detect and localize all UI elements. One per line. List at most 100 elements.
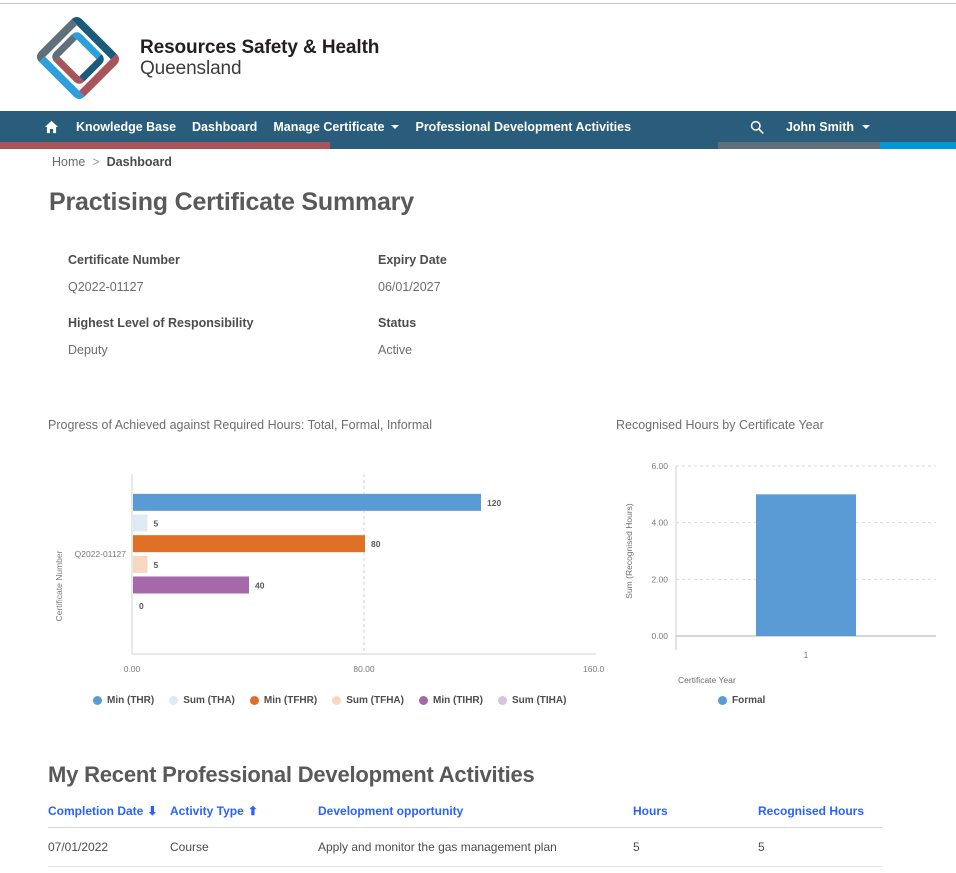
nav-item-label: Manage Certificate [273,119,385,134]
recognised-hours-chart-legend: Formal [718,695,780,706]
search-icon[interactable] [750,120,764,134]
cell-activity-type: Course [170,840,209,854]
svg-text:6.00: 6.00 [651,461,668,471]
column-header-development-opportunity[interactable]: Development opportunity [318,800,633,828]
arrow-down-icon: ⬇ [147,804,158,818]
field-certificate-number: Certificate Number Q2022-01127 [68,253,378,294]
page-title: Practising Certificate Summary [49,188,414,216]
legend-label: Min (TFHR) [263,695,318,706]
field-label: Highest Level of Responsibility [68,316,254,330]
user-name-label: John Smith [785,119,854,134]
legend-label: Sum (THA) [183,695,235,706]
chart-title: Recognised Hours by Certificate Year [616,418,824,432]
svg-text:Certificate Year: Certificate Year [678,675,736,685]
stripe-segment-gray [718,142,880,149]
legend-color-swatch [332,696,342,705]
legend-item[interactable]: Formal [718,695,765,706]
legend-item[interactable]: Min (THR) [93,695,154,706]
section-title-recent-activities: My Recent Professional Development Activ… [48,762,535,787]
nav-item-knowledge-base[interactable]: Knowledge Base [76,120,176,134]
svg-text:5: 5 [154,560,159,570]
svg-text:2.00: 2.00 [651,574,668,584]
svg-text:0: 0 [139,601,144,611]
user-menu[interactable]: John Smith [786,120,870,134]
column-header-completion-date[interactable]: Completion Date ⬇ [48,800,170,828]
field-label: Certificate Number [68,253,180,267]
legend-item[interactable]: Sum (TIHA) [498,695,566,706]
legend-label: Sum (TFHA) [346,695,404,706]
svg-text:160.00: 160.00 [583,664,604,674]
accent-stripe [0,142,956,149]
table-body: 07/01/2022 Course Apply and monitor the … [48,828,882,867]
legend-color-swatch [169,696,179,705]
cell-development-opportunity: Apply and monitor the gas management pla… [318,840,557,854]
certificate-summary-details: Certificate Number Q2022-01127 Expiry Da… [68,253,688,379]
legend-item[interactable]: Sum (THA) [169,695,235,706]
legend-label: Min (TIHR) [433,695,483,706]
column-label: Completion Date [48,804,144,818]
field-highest-level-of-responsibility: Highest Level of Responsibility Deputy [68,316,378,357]
arrow-up-icon: ⬆ [247,804,258,818]
stripe-segment-cyan [880,142,956,149]
svg-text:Sum (Recognised Hours): Sum (Recognised Hours) [624,503,634,599]
nav-item-manage-certificate[interactable]: Manage Certificate [273,119,400,134]
column-header-recognised-hours[interactable]: Recognised Hours [758,800,882,828]
field-value: Active [378,343,413,357]
nav-item-label: Professional Development Activities [415,119,632,134]
recent-activities-table: Completion Date ⬇ Activity Type ⬆ Developm… [48,800,882,867]
chart-title: Progress of Achieved against Required Ho… [48,418,432,432]
legend-item[interactable]: Sum (TFHA) [332,695,404,706]
svg-text:0.00: 0.00 [651,631,668,641]
legend-color-swatch [498,696,507,705]
legend-color-swatch [718,696,727,705]
svg-text:40: 40 [255,581,265,591]
legend-item[interactable]: Min (TIHR) [419,695,483,706]
svg-text:0.00: 0.00 [124,664,141,674]
chevron-down-icon [862,124,870,129]
brand-header: Resources Safety & Health Queensland [34,16,379,100]
recognised-hours-chart-svg: 0.00 2.00 4.00 6.00 1 Certificate Year Sum (Re… [624,461,936,685]
chevron-down-icon [391,124,400,129]
breadcrumb: Home > Dashboard [52,155,172,169]
brand-title-line2: Queensland [140,58,242,79]
field-label: Expiry Date [378,253,447,267]
navbar-right-group: John Smith [750,111,870,142]
column-header-activity-type[interactable]: Activity Type ⬆ [170,800,318,828]
svg-text:4.00: 4.00 [651,518,668,528]
progress-hours-chart-legend: Min (THR) Sum (THA) Min (TFHR) Sum (TFHA) Mi… [93,695,581,706]
cell-hours: 5 [633,840,640,854]
field-label: Status [378,316,417,330]
progress-hours-chart-svg: 0.00 80.00 160.00 120 5 80 5 40 0 Q2022-01127 Cert… [54,474,604,674]
legend-item[interactable]: Min (TFHR) [249,695,318,706]
svg-text:Q2022-01127: Q2022-01127 [75,549,127,559]
table-header-row: Completion Date ⬇ Activity Type ⬆ Developm… [48,800,882,828]
progress-hours-chart: Progress of Achieved against Required Ho… [48,418,604,718]
svg-text:80.00: 80.00 [353,664,375,674]
stripe-segment-teal [330,142,718,149]
details-row-2: Highest Level of Responsibility Deputy S… [68,316,688,357]
table-row[interactable]: 07/01/2022 Course Apply and monitor the … [48,828,882,867]
rshq-diamond-logo-icon [34,16,122,100]
cell-completion-date: 07/01/2022 [48,840,109,854]
nav-item-label: Knowledge Base [76,119,177,134]
svg-text:1: 1 [804,650,809,660]
stripe-segment-red [0,142,330,149]
field-expiry-date: Expiry Date 06/01/2027 [378,253,688,294]
nav-item-professional-development-activities[interactable]: Professional Development Activities [415,120,631,134]
column-header-hours[interactable]: Hours [633,800,758,828]
field-status: Status Active [378,316,688,357]
cell-recognised-hours: 5 [758,840,765,854]
legend-label: Sum (TIHA) [512,695,567,706]
legend-color-swatch [93,696,102,705]
nav-item-dashboard[interactable]: Dashboard [192,120,257,134]
legend-label: Min (THR) [107,695,155,706]
legend-label: Formal [732,695,766,706]
table-header: Completion Date ⬇ Activity Type ⬆ Developm… [48,800,882,828]
recognised-hours-chart: Recognised Hours by Certificate Year 0.0… [616,418,946,718]
home-icon[interactable] [44,120,59,134]
svg-text:120: 120 [487,498,501,508]
breadcrumb-item-home[interactable]: Home [52,155,85,169]
field-value: 06/01/2027 [378,280,441,294]
field-value: Deputy [68,343,108,357]
breadcrumb-item-dashboard: Dashboard [106,155,172,169]
